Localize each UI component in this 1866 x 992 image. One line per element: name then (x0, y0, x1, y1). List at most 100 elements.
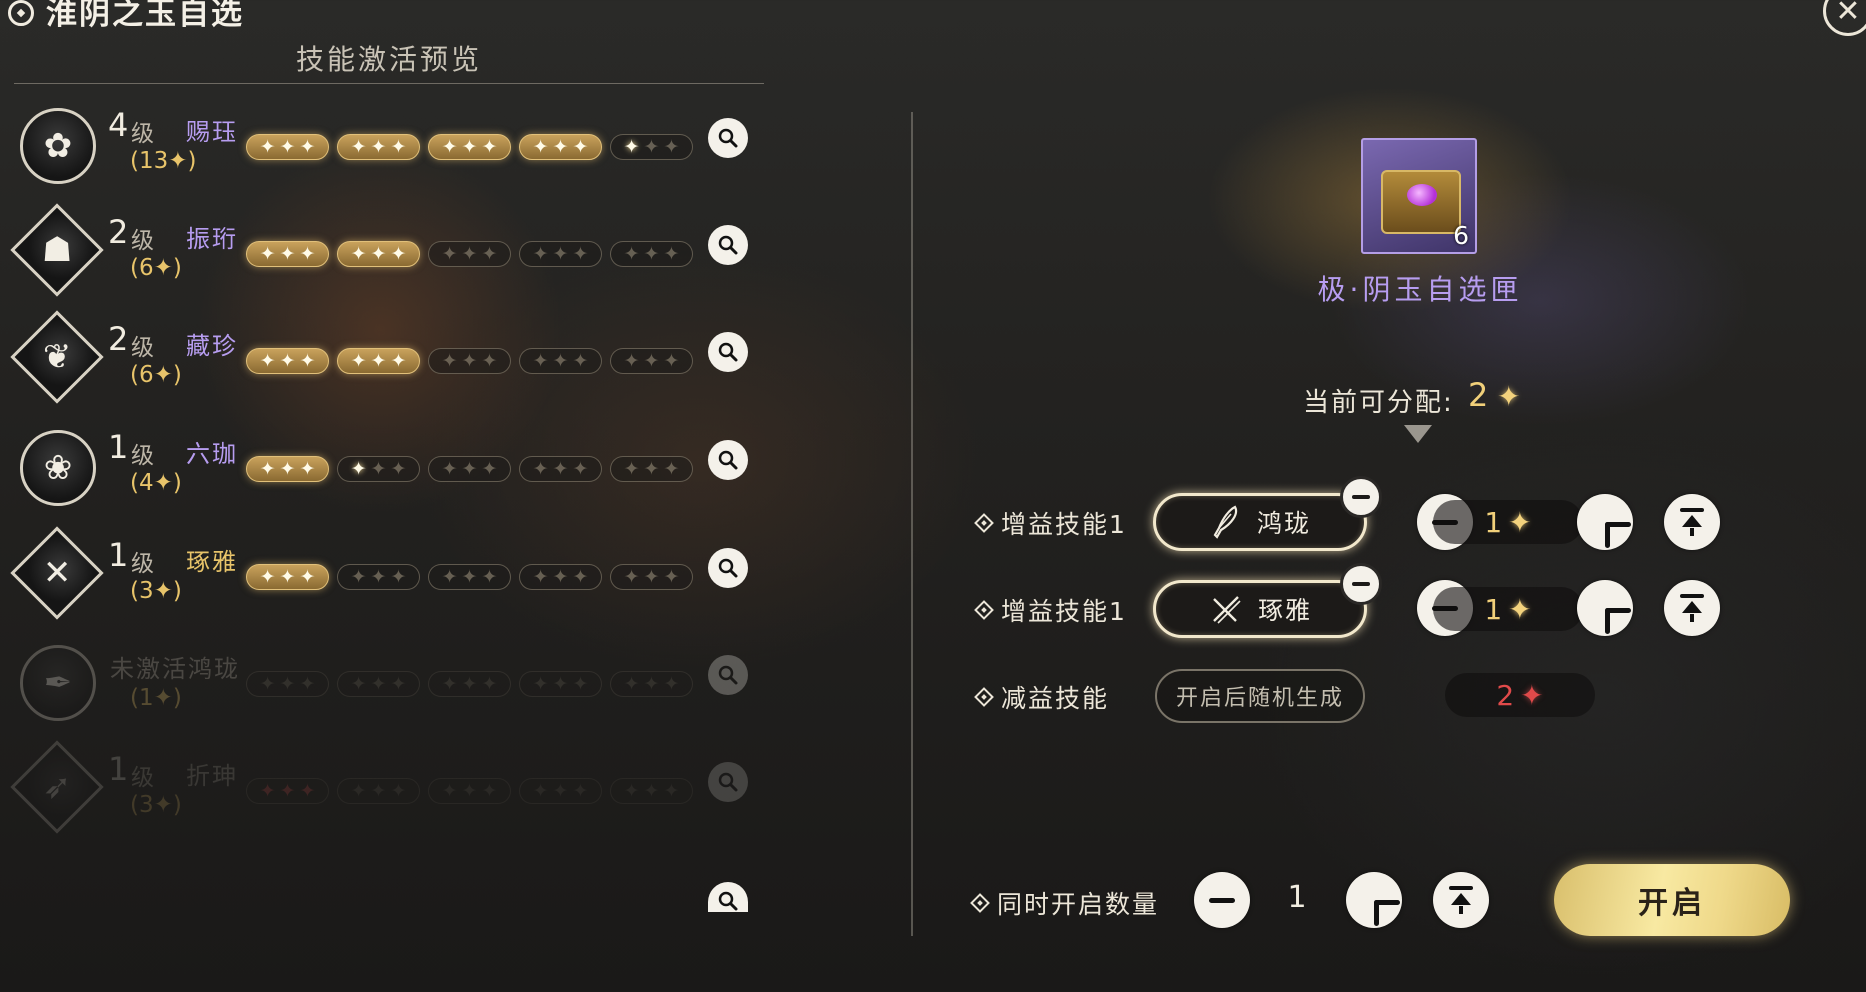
crossed-swords-icon: ✕ (10, 526, 104, 620)
skill-progress: ✦ ✦ ✦ ✦ ✦ ✦ ✦ ✦ ✦ ✦ ✦ ✦ ✦ ✦ ✦ (246, 241, 693, 267)
remove-buff-2-button[interactable] (1340, 563, 1382, 605)
skill-name: 藏珍 (186, 332, 238, 360)
feather-sword-icon (1213, 505, 1238, 539)
debuff-slot: 开启后随机生成 (1155, 669, 1365, 723)
progress-pip: ✦ ✦ ✦ (337, 456, 420, 482)
item-count: 6 (1453, 221, 1469, 250)
skill-name: 振珩 (186, 225, 238, 253)
buff-1-max-button[interactable] (1664, 494, 1720, 550)
chest-gem-icon (1407, 184, 1437, 206)
diamond-bullet-icon (970, 893, 990, 913)
close-button[interactable]: ✕ (1823, 0, 1866, 36)
max-arrow-stem (1690, 528, 1694, 536)
skill-row: ✒ 未激活鸿珑 (1✦) ✦ ✦ ✦ ✦ ✦ ✦ ✦ ✦ ✦ ✦ ✦ ✦ ✦ ✦ ✦ (0, 635, 780, 735)
buff-slot-1[interactable]: 鸿珑 (1153, 493, 1367, 551)
progress-pip: ✦ ✦ ✦ (337, 134, 420, 160)
progress-pip: ✦ ✦ ✦ (337, 671, 420, 697)
progress-pip: ✦ ✦ ✦ (428, 778, 511, 804)
buff-2-max-button[interactable] (1664, 580, 1720, 636)
skill-level-suffix: 级 (131, 228, 154, 254)
remove-buff-1-button[interactable] (1340, 476, 1382, 518)
max-arrow (1682, 515, 1702, 527)
diamond-bullet-icon (974, 687, 994, 707)
skill-star-count: (6✦) (130, 362, 182, 388)
buff-row-1-label: 增益技能1 (1001, 510, 1127, 539)
buff-1-value: 1 ✦ (1433, 500, 1583, 544)
open-button[interactable]: 开启 (1554, 864, 1790, 936)
skill-name: 赐珏 (186, 118, 238, 146)
search-button[interactable] (708, 225, 748, 265)
skill-row: ❦ 2 级 藏珍 (6✦) ✦ ✦ ✦ ✦ ✦ ✦ ✦ ✦ ✦ ✦ ✦ ✦ ✦ ✦ ✦ (0, 310, 780, 412)
triangle-down-icon (1404, 425, 1432, 443)
skill-level: 1 (108, 428, 129, 466)
skill-star-count: (1✦) (130, 685, 182, 711)
progress-pip: ✦ ✦ ✦ (610, 564, 693, 590)
quantity-plus-button[interactable] (1346, 872, 1402, 928)
progress-pip: ✦ ✦ ✦ (519, 241, 602, 267)
search-icon (718, 558, 738, 578)
progress-pip: ✦ ✦ ✦ (428, 348, 511, 374)
search-button[interactable] (708, 548, 748, 588)
progress-pip: ✦ ✦ ✦ (519, 564, 602, 590)
buff-2-plus-button[interactable] (1577, 580, 1633, 636)
buff-2-value-number: 1 (1484, 592, 1503, 626)
allocation-star-icon: ✦ (1497, 380, 1521, 413)
buff-slot-2-label: 琢雅 (1257, 596, 1312, 625)
panel-divider (911, 112, 913, 936)
search-button[interactable] (708, 118, 748, 158)
allocation-label: 当前可分配: (1303, 388, 1454, 418)
skill-progress: ✦ ✦ ✦ ✦ ✦ ✦ ✦ ✦ ✦ ✦ ✦ ✦ ✦ ✦ ✦ (246, 348, 693, 374)
skill-level: 1 (108, 750, 129, 788)
progress-pip: ✦ ✦ ✦ (519, 456, 602, 482)
max-icon (1680, 594, 1704, 598)
gold-star-icon: ✦ (1508, 505, 1532, 539)
progress-pip: ✦ ✦ ✦ (428, 671, 511, 697)
skill-name: 未激活鸿珑 (110, 655, 240, 683)
progress-pip: ✦ ✦ ✦ (428, 134, 511, 160)
skill-progress: ✦ ✦ ✦ ✦ ✦ ✦ ✦ ✦ ✦ ✦ ✦ ✦ ✦ ✦ ✦ (246, 456, 693, 482)
quantity-max-button[interactable] (1433, 872, 1489, 928)
search-button[interactable] (708, 655, 748, 695)
skill-level-suffix: 级 (131, 765, 154, 791)
progress-pip: ✦ ✦ ✦ (337, 241, 420, 267)
progress-pip: ✦ ✦ ✦ (246, 564, 329, 590)
debuff-value-number: 2 (1496, 678, 1515, 712)
skill-row: ➶ 1 级 折珅 (3✦) ✦ ✦ ✦ ✦ ✦ ✦ ✦ ✦ ✦ ✦ ✦ ✦ ✦ ✦ ✦ (0, 740, 780, 842)
skill-row: ✕ 1 级 琢雅 (3✦) ✦ ✦ ✦ ✦ ✦ ✦ ✦ ✦ ✦ ✦ ✦ ✦ ✦ ✦ ✦ (0, 526, 780, 628)
search-button[interactable] (708, 882, 748, 912)
item-chest-icon[interactable]: 6 (1361, 138, 1477, 254)
lotus-drop-icon: ✿ (20, 108, 96, 184)
progress-pip: ✦ ✦ ✦ (337, 348, 420, 374)
diamond-bullet-icon (974, 513, 994, 533)
search-button[interactable] (708, 332, 748, 372)
progress-pip: ✦ ✦ ✦ (428, 241, 511, 267)
skill-level-suffix: 级 (131, 121, 154, 147)
allocation-value: 2 (1468, 376, 1489, 414)
search-icon (718, 342, 738, 362)
skill-name: 六珈 (186, 440, 238, 468)
skill-level: 1 (108, 536, 129, 574)
diamond-bullet-icon (974, 600, 994, 620)
progress-pip: ✦ ✦ ✦ (428, 456, 511, 482)
buff-row-2-label: 增益技能1 (1001, 597, 1127, 626)
progress-pip: ✦ ✦ ✦ (337, 564, 420, 590)
quantity-minus-button[interactable] (1194, 872, 1250, 928)
skill-progress: ✦ ✦ ✦ ✦ ✦ ✦ ✦ ✦ ✦ ✦ ✦ ✦ ✦ ✦ ✦ (246, 564, 693, 590)
buff-1-value-number: 1 (1484, 505, 1503, 539)
search-button[interactable] (708, 762, 748, 802)
sprout-icon: ❀ (20, 430, 96, 506)
buff-1-plus-button[interactable] (1577, 494, 1633, 550)
max-arrow-stem (1459, 906, 1463, 914)
buff-row-1-label-group: 增益技能1 (974, 505, 1127, 541)
search-icon (718, 235, 738, 255)
progress-pip: ✦ ✦ ✦ (610, 348, 693, 374)
search-icon (718, 665, 738, 685)
quantity-label: 同时开启数量 (997, 890, 1160, 919)
crossed-swords-icon (1213, 596, 1241, 624)
buff-slot-2[interactable]: 琢雅 (1153, 580, 1367, 638)
subtitle-divider (14, 83, 764, 84)
search-icon (718, 891, 738, 911)
page-title: 淮阴之玉自选 (46, 0, 244, 32)
search-button[interactable] (708, 440, 748, 480)
skill-progress: ✦ ✦ ✦ ✦ ✦ ✦ ✦ ✦ ✦ ✦ ✦ ✦ ✦ ✦ ✦ (246, 778, 693, 804)
